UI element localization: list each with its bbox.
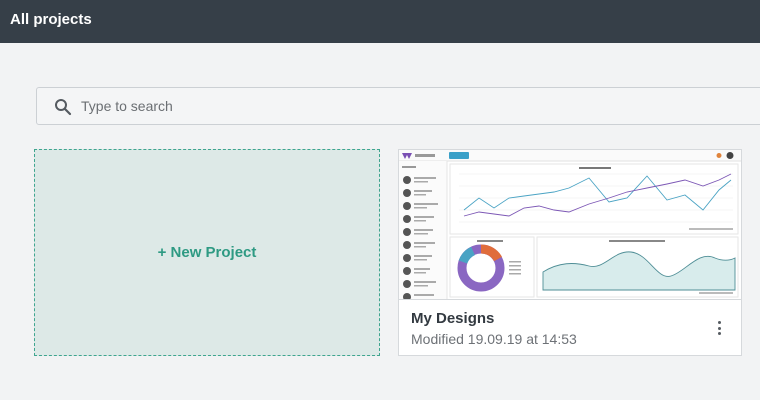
project-thumbnail [399, 150, 741, 300]
new-project-button[interactable]: + New Project [34, 149, 380, 356]
search-box[interactable] [36, 87, 760, 125]
project-title: My Designs [411, 310, 495, 327]
search-icon [55, 99, 72, 116]
top-bar: All projects [0, 0, 760, 43]
new-project-label: + New Project [157, 244, 257, 261]
project-modified-date: Modified 19.09.19 at 14:53 [411, 331, 577, 347]
search-input[interactable] [81, 88, 741, 124]
project-card[interactable]: My Designs Modified 19.09.19 at 14:53 [398, 149, 742, 356]
kebab-menu-icon[interactable] [711, 318, 727, 338]
page-title: All projects [10, 11, 92, 28]
